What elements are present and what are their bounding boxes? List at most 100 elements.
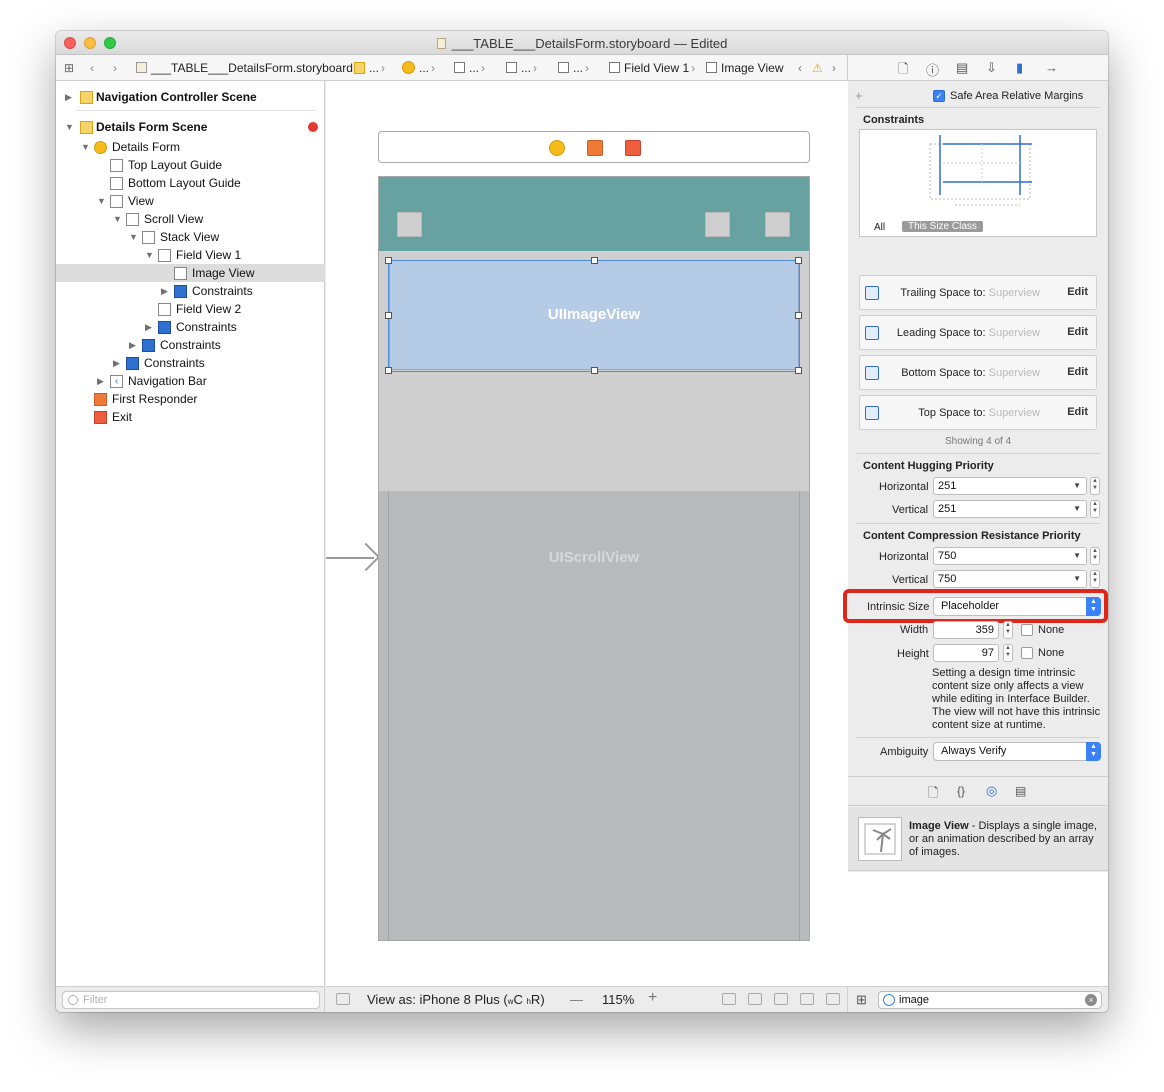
outline-item-scroll-view[interactable]: ▼ Scroll View (56, 210, 325, 228)
outline-item-bottom-layout-guide[interactable]: Bottom Layout Guide (56, 174, 325, 192)
breadcrumb-scene[interactable]: ... › (354, 61, 387, 75)
outline-item-first-responder[interactable]: First Responder (56, 390, 325, 408)
next-issue-icon[interactable]: › (832, 61, 836, 75)
outline-item-exit[interactable]: Exit (56, 408, 325, 426)
warning-icon[interactable]: ⚠ (812, 61, 823, 75)
breadcrumb-field-view[interactable]: Field View 1 › (609, 61, 697, 75)
quick-help-icon[interactable]: ⓘ (926, 60, 939, 79)
nav-right-button-2[interactable] (765, 212, 790, 237)
outline-item-navigation-bar[interactable]: ▶ ‹ Navigation Bar (56, 372, 325, 390)
resize-handle[interactable] (385, 257, 392, 264)
outline-item-navigation-controller-scene[interactable]: ▶ Navigation Controller Scene (56, 88, 325, 106)
disclosure-open-icon[interactable]: ▼ (113, 210, 122, 228)
constraint-row-bottom[interactable]: Bottom Space to: Superview Edit (859, 355, 1097, 390)
size-inspector-icon[interactable]: ▮ (1016, 60, 1023, 76)
resize-handle[interactable] (795, 367, 802, 374)
add-plus-icon[interactable]: + (855, 88, 863, 103)
width-stepper[interactable]: ▲ ▼ (1003, 621, 1013, 639)
library-search-input[interactable]: image × (878, 991, 1102, 1009)
constraint-row-leading[interactable]: Leading Space to: Superview Edit (859, 315, 1097, 350)
code-snippet-icon[interactable]: {} (957, 784, 965, 798)
constraint-row-trailing[interactable]: Trailing Space to: Superview Edit (859, 275, 1097, 310)
outline-item-top-layout-guide[interactable]: Top Layout Guide (56, 156, 325, 174)
edit-constraint-button[interactable]: Edit (1067, 366, 1088, 378)
outline-item-details-form-scene[interactable]: ▼ Details Form Scene (56, 118, 325, 136)
height-none-checkbox[interactable] (1021, 647, 1033, 659)
resolve-issues-icon[interactable] (826, 993, 840, 1005)
disclosure-closed-icon[interactable]: ▶ (65, 88, 72, 106)
outline-filter-input[interactable]: Filter (62, 991, 320, 1009)
height-field[interactable]: 97 (933, 644, 999, 662)
hugging-vertical-field[interactable]: 251 ▼ (933, 500, 1087, 518)
disclosure-open-icon[interactable]: ▼ (65, 118, 74, 136)
hugging-horizontal-stepper[interactable]: ▲ ▼ (1090, 477, 1100, 495)
error-badge-icon[interactable] (308, 122, 318, 132)
zoom-out-button[interactable]: — (570, 992, 583, 1007)
breadcrumb-file[interactable]: ___TABLE___DetailsForm.storyboard› (136, 61, 361, 75)
ambiguity-popup[interactable]: Always Verify ▲ ▼ (933, 742, 1101, 761)
view-controller-icon[interactable] (549, 140, 565, 156)
outline-item-constraints[interactable]: ▶ Constraints (56, 354, 325, 372)
file-template-icon[interactable]: 🗋 (928, 784, 938, 806)
library-item-image-view[interactable]: Image View - Displays a single image, or… (848, 807, 1108, 871)
disclosure-open-icon[interactable]: ▼ (145, 246, 154, 264)
compression-vertical-field[interactable]: 750 ▼ (933, 570, 1087, 588)
back-arrow-icon[interactable]: ‹ (90, 61, 94, 75)
resize-handle[interactable] (591, 257, 598, 264)
disclosure-closed-icon[interactable]: ▶ (113, 354, 120, 372)
outline-item-field-view-1[interactable]: ▼ Field View 1 (56, 246, 325, 264)
attributes-inspector-icon[interactable]: ⇩ (986, 60, 997, 76)
outline-item-constraints[interactable]: ▶ Constraints (56, 318, 325, 336)
breadcrumb-stack-view[interactable]: ... › (558, 61, 591, 75)
resize-handle[interactable] (795, 312, 802, 319)
breadcrumb-scroll-view[interactable]: ... › (506, 61, 539, 75)
disclosure-closed-icon[interactable]: ▶ (145, 318, 152, 336)
constraint-row-top[interactable]: Top Space to: Superview Edit (859, 395, 1097, 430)
edit-constraint-button[interactable]: Edit (1067, 326, 1088, 338)
hugging-vertical-stepper[interactable]: ▲ ▼ (1090, 500, 1100, 518)
storyboard-canvas[interactable]: UIImageView UIScrollView (326, 81, 848, 986)
disclosure-open-icon[interactable]: ▼ (97, 192, 106, 210)
add-constraints-icon[interactable] (800, 993, 814, 1005)
size-class-this-tab[interactable]: This Size Class (902, 221, 983, 232)
clear-search-icon[interactable]: × (1085, 994, 1097, 1006)
width-field[interactable]: 359 (933, 621, 999, 639)
edit-constraint-button[interactable]: Edit (1067, 406, 1088, 418)
nav-left-button[interactable] (397, 212, 422, 237)
outline-item-stack-view[interactable]: ▼ Stack View (56, 228, 325, 246)
compression-horizontal-field[interactable]: 750 ▼ (933, 547, 1087, 565)
resize-handle[interactable] (385, 312, 392, 319)
intrinsic-size-popup[interactable]: Placeholder ▲ ▼ (933, 597, 1101, 616)
size-class-all-tab[interactable]: All (874, 222, 885, 233)
compression-vertical-stepper[interactable]: ▲ ▼ (1090, 570, 1100, 588)
first-responder-icon[interactable] (587, 140, 603, 156)
previous-issue-icon[interactable]: ‹ (798, 61, 802, 75)
hugging-horizontal-field[interactable]: 251 ▼ (933, 477, 1087, 495)
zoom-level[interactable]: 115% (602, 992, 634, 1007)
connections-inspector-icon[interactable]: → (1045, 60, 1058, 75)
related-items-icon[interactable]: ⊞ (64, 61, 74, 75)
disclosure-closed-icon[interactable]: ▶ (129, 336, 136, 354)
nav-right-button-1[interactable] (705, 212, 730, 237)
safe-area-checkbox[interactable]: ✓ (933, 90, 945, 102)
exit-icon[interactable] (625, 140, 641, 156)
resize-handle[interactable] (795, 257, 802, 264)
outline-item-image-view[interactable]: Image View (56, 264, 325, 282)
outline-item-view[interactable]: ▼ View (56, 192, 325, 210)
grid-view-icon[interactable]: ⊞ (856, 992, 867, 1008)
object-library-icon[interactable]: ◎ (986, 783, 997, 799)
align-icon[interactable] (774, 993, 788, 1005)
edit-constraint-button[interactable]: Edit (1067, 286, 1088, 298)
outline-item-field-view-2[interactable]: Field View 2 (56, 300, 325, 318)
outline-item-constraints[interactable]: ▶ Constraints (56, 336, 325, 354)
toggle-outline-icon[interactable] (336, 993, 350, 1005)
breadcrumb-view[interactable]: ... › (454, 61, 487, 75)
update-frames-icon[interactable] (748, 993, 762, 1005)
zoom-in-button[interactable]: + (648, 989, 657, 1007)
outline-item-constraints[interactable]: ▶ Constraints (56, 282, 325, 300)
disclosure-closed-icon[interactable]: ▶ (97, 372, 104, 390)
outline-item-details-form[interactable]: ▼ Details Form (56, 138, 325, 156)
resize-handle[interactable] (591, 367, 598, 374)
embed-in-icon[interactable] (722, 993, 736, 1005)
width-none-checkbox[interactable] (1021, 624, 1033, 636)
